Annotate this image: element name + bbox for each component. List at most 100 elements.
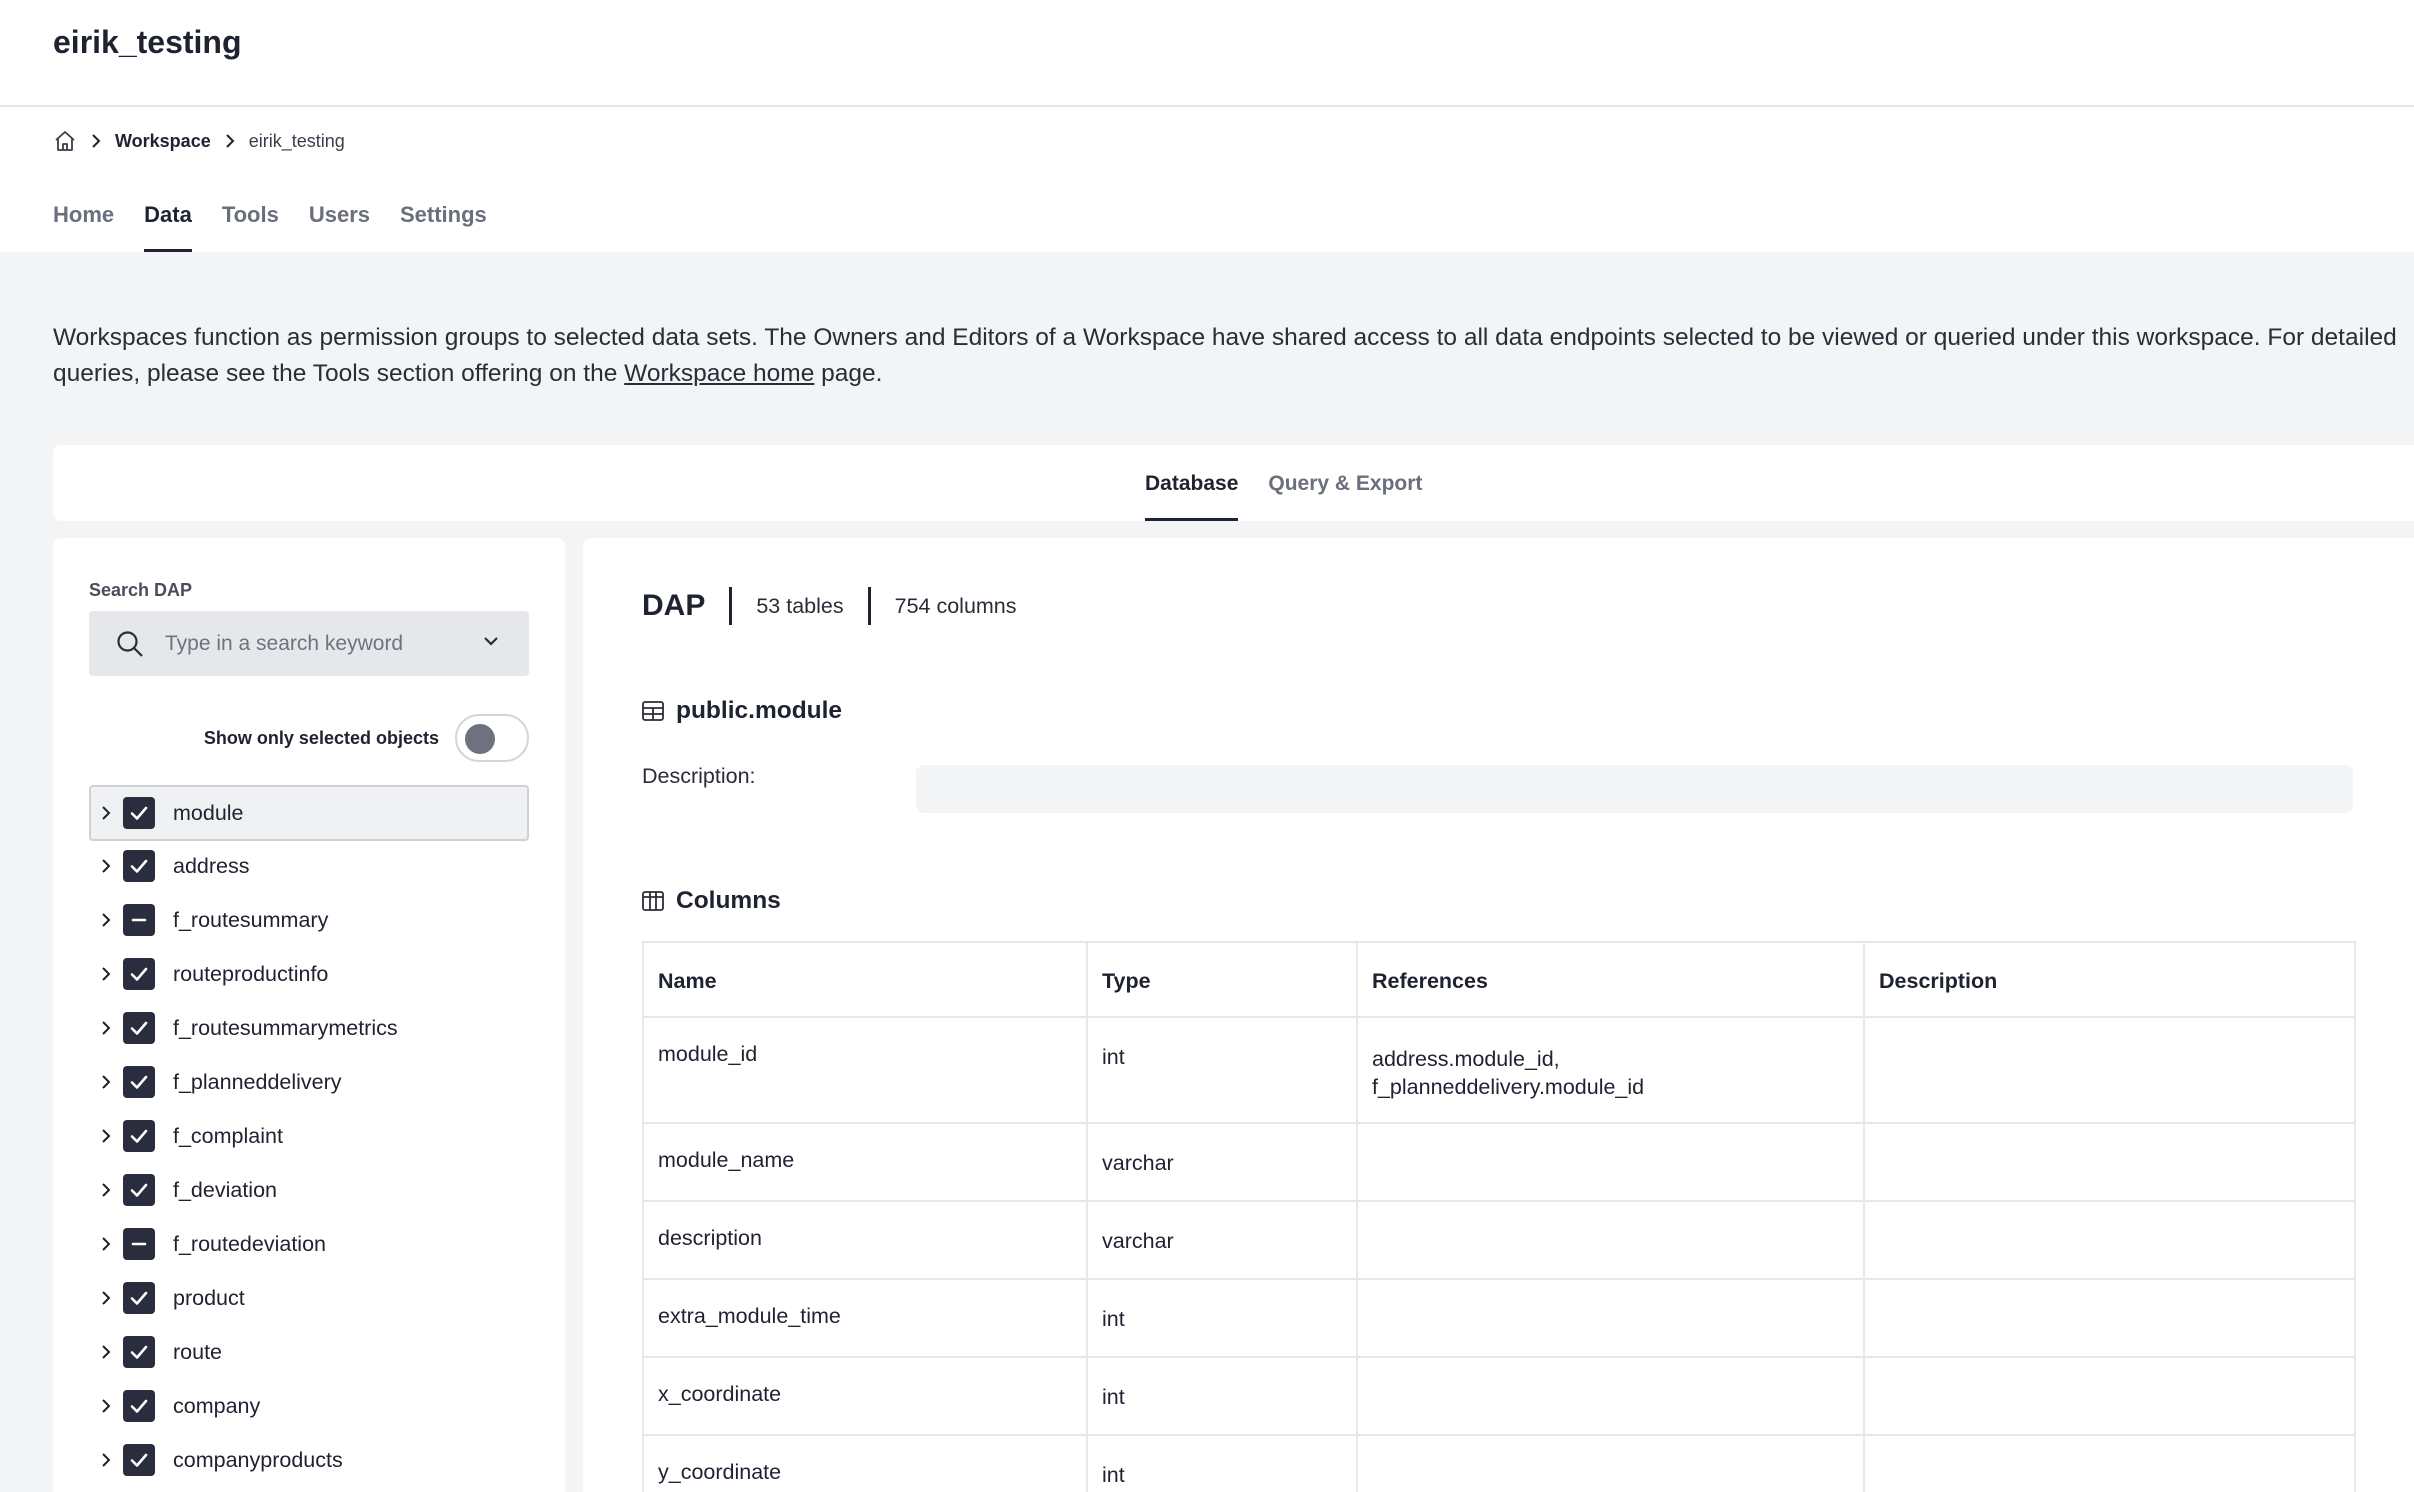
column-references-cell: address.module_id, f_planneddelivery.modu… (1356, 1016, 1865, 1124)
reference-link[interactable]: address.module_id, (1372, 1045, 1849, 1073)
checkbox-partial-icon[interactable] (123, 904, 155, 936)
column-name-cell: description (642, 1200, 1088, 1280)
columns-icon (642, 891, 664, 911)
columns-heading: Columns (642, 884, 781, 918)
header-description[interactable]: Description (1863, 941, 2356, 1018)
chevron-right-icon[interactable] (101, 1129, 113, 1143)
column-type-cell: int (1086, 1016, 1358, 1124)
chevron-right-icon[interactable] (101, 1345, 113, 1359)
tab-query-export[interactable]: Query & Export (1268, 445, 1422, 521)
database-name: DAP (642, 589, 706, 622)
tree-item[interactable]: f_routedeviation (89, 1217, 529, 1271)
column-description-cell (1863, 1356, 2356, 1436)
table-row[interactable]: description varchar (642, 1200, 2356, 1280)
table-heading: public.module (642, 694, 842, 728)
table-row[interactable]: module_id int address.module_id, f_plannedd… (642, 1016, 2356, 1124)
chevron-right-icon[interactable] (101, 1453, 113, 1467)
checkbox-checked-icon[interactable] (123, 1120, 155, 1152)
intro-text-end: page. (814, 360, 883, 387)
tree-item[interactable]: module (89, 785, 529, 841)
tree-item[interactable]: companyproducts (89, 1433, 529, 1487)
show-selected-toggle[interactable] (455, 714, 529, 762)
checkbox-checked-icon[interactable] (123, 1174, 155, 1206)
header-type[interactable]: Type (1086, 941, 1358, 1018)
table-icon (642, 701, 664, 721)
checkbox-checked-icon[interactable] (123, 1282, 155, 1314)
chevron-right-icon[interactable] (101, 1183, 113, 1197)
chevron-down-icon[interactable] (483, 635, 499, 647)
checkbox-checked-icon[interactable] (123, 797, 155, 829)
chevron-right-icon[interactable] (101, 859, 113, 873)
home-icon[interactable] (53, 129, 77, 153)
description-label: Description: (642, 764, 756, 788)
checkbox-checked-icon[interactable] (123, 1336, 155, 1368)
checkbox-partial-icon[interactable] (123, 1228, 155, 1260)
chevron-right-icon[interactable] (101, 967, 113, 981)
column-description-cell (1863, 1278, 2356, 1358)
show-selected-row: Show only selected objects (89, 713, 529, 763)
tree-item[interactable]: routeproductinfo (89, 947, 529, 1001)
column-references-cell (1356, 1356, 1865, 1436)
chevron-right-icon[interactable] (101, 1399, 113, 1413)
checkbox-checked-icon[interactable] (123, 1444, 155, 1476)
chevron-right-icon[interactable] (101, 913, 113, 927)
column-name-cell: module_id (642, 1016, 1088, 1124)
tree-item[interactable]: product (89, 1271, 529, 1325)
checkbox-checked-icon[interactable] (123, 1012, 155, 1044)
chevron-right-icon (225, 134, 235, 148)
tree-item[interactable]: f_complaint (89, 1109, 529, 1163)
breadcrumb-workspace[interactable]: Workspace (115, 131, 211, 152)
column-count: 754 columns (894, 593, 1017, 618)
tree-item-label: companyproducts (173, 1447, 343, 1472)
main-tabs: Home Data Tools Users Settings (53, 194, 487, 252)
breadcrumb-current: eirik_testing (248, 130, 345, 151)
tree-item-label: company (173, 1393, 261, 1418)
description-field[interactable] (916, 765, 2353, 813)
tab-users[interactable]: Users (309, 194, 370, 252)
tree-item[interactable]: address (89, 839, 529, 893)
tab-settings[interactable]: Settings (400, 194, 487, 252)
search-input[interactable] (165, 631, 465, 656)
tab-database[interactable]: Database (1145, 445, 1239, 521)
table-row[interactable]: extra_module_time int (642, 1278, 2356, 1358)
tree-item-label: address (173, 853, 250, 878)
workspace-home-link[interactable]: Workspace home (624, 360, 814, 387)
tree-item[interactable]: company (89, 1379, 529, 1433)
breadcrumb: Workspace eirik_testing (53, 126, 345, 156)
tree-item[interactable]: f_deviation (89, 1163, 529, 1217)
toggle-knob (465, 724, 495, 754)
tree-item-label: f_routesummary (173, 907, 329, 932)
tab-data[interactable]: Data (144, 194, 192, 252)
checkbox-checked-icon[interactable] (123, 1390, 155, 1422)
table-row[interactable]: module_name varchar (642, 1122, 2356, 1202)
column-type-cell: int (1086, 1356, 1358, 1436)
tree-item[interactable]: f_routesummary (89, 893, 529, 947)
checkbox-checked-icon[interactable] (123, 850, 155, 882)
chevron-right-icon (91, 134, 101, 148)
tree-item-label: routeproductinfo (173, 961, 329, 986)
chevron-right-icon[interactable] (101, 1021, 113, 1035)
checkbox-checked-icon[interactable] (123, 1066, 155, 1098)
header-name[interactable]: Name (642, 941, 1088, 1018)
column-references-cell (1356, 1200, 1865, 1280)
table-name: public.module (676, 697, 843, 724)
tree-item[interactable]: route (89, 1325, 529, 1379)
table-row[interactable]: y_coordinate int (642, 1434, 2356, 1492)
search-box[interactable] (89, 611, 529, 676)
tab-home[interactable]: Home (53, 194, 114, 252)
table-header-row: Name Type References Description (642, 941, 2356, 1018)
checkbox-checked-icon[interactable] (123, 958, 155, 990)
chevron-right-icon[interactable] (101, 1237, 113, 1251)
chevron-right-icon[interactable] (101, 806, 113, 820)
column-references-cell (1356, 1434, 1865, 1492)
tree-item-label: f_complaint (173, 1123, 283, 1148)
tree-item[interactable]: f_routesummarymetrics (89, 1001, 529, 1055)
reference-link[interactable]: f_planneddelivery.module_id (1372, 1073, 1849, 1101)
header-references[interactable]: References (1356, 941, 1865, 1018)
tab-tools[interactable]: Tools (222, 194, 279, 252)
tree-item[interactable]: f_planneddelivery (89, 1055, 529, 1109)
chevron-right-icon[interactable] (101, 1075, 113, 1089)
column-name-cell: x_coordinate (642, 1356, 1088, 1436)
chevron-right-icon[interactable] (101, 1291, 113, 1305)
table-row[interactable]: x_coordinate int (642, 1356, 2356, 1436)
